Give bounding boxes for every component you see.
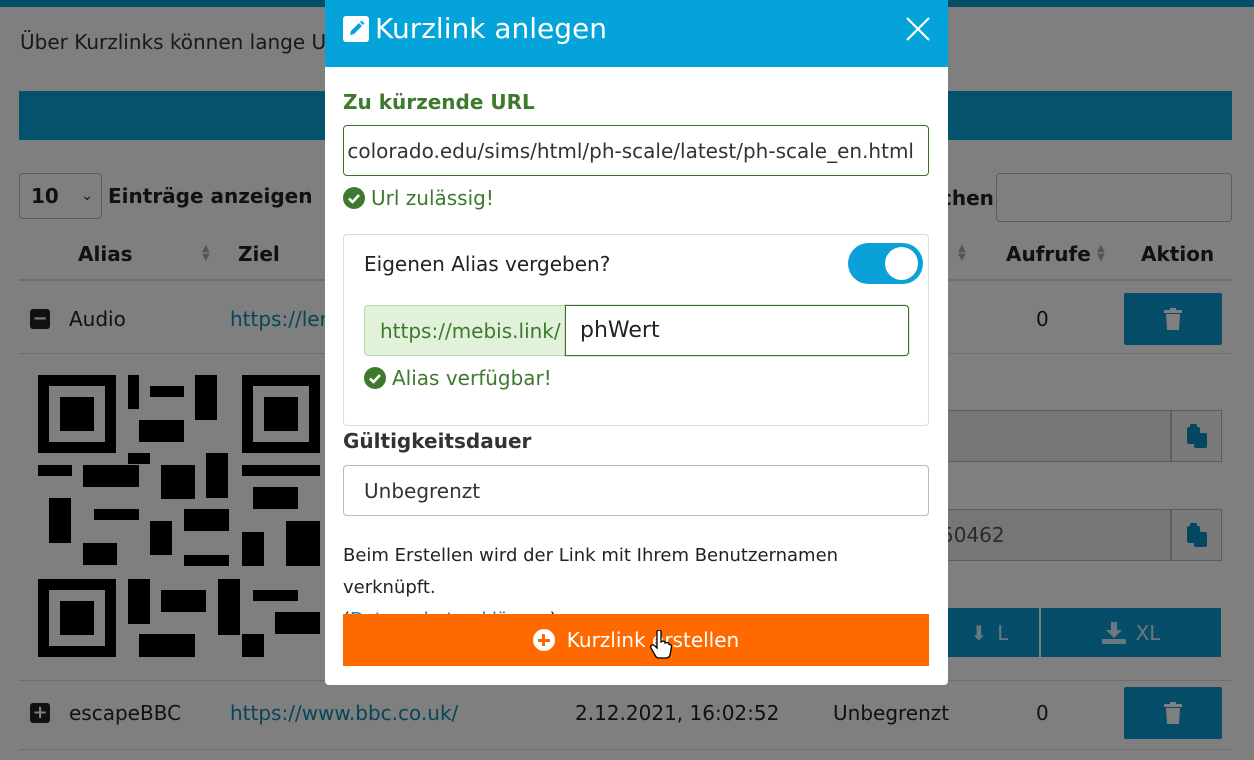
validity-select[interactable]: Unbegrenzt bbox=[343, 465, 929, 516]
url-valid-message: Url zulässig! bbox=[343, 186, 494, 210]
validity-label: Gültigkeitsdauer bbox=[343, 429, 532, 453]
check-circle-icon bbox=[364, 367, 386, 389]
url-input-value: colorado.edu/sims/html/ph-scale/latest/p… bbox=[347, 139, 914, 163]
close-icon[interactable] bbox=[903, 14, 933, 44]
alias-question: Eigenen Alias vergeben? bbox=[364, 252, 611, 276]
dialog-header: Kurzlink anlegen bbox=[325, 0, 948, 67]
create-shortlink-button[interactable]: Kurzlink erstellen bbox=[343, 614, 929, 666]
toggle-knob bbox=[885, 247, 918, 280]
privacy-notice-text: Beim Erstellen wird der Link mit Ihrem B… bbox=[343, 545, 839, 598]
create-shortlink-dialog: Kurzlink anlegen Zu kürzende URL colorad… bbox=[325, 0, 948, 685]
alias-valid-text: Alias verfügbar! bbox=[392, 366, 552, 390]
url-label: Zu kürzende URL bbox=[343, 90, 535, 114]
alias-toggle[interactable] bbox=[848, 243, 923, 284]
plus-circle-icon bbox=[532, 629, 555, 651]
alias-valid-message: Alias verfügbar! bbox=[364, 366, 552, 390]
url-input[interactable]: colorado.edu/sims/html/ph-scale/latest/p… bbox=[343, 125, 929, 176]
alias-input[interactable]: phWert bbox=[565, 305, 909, 356]
edit-icon bbox=[343, 16, 369, 42]
alias-card: Eigenen Alias vergeben? https://mebis.li… bbox=[343, 234, 929, 426]
dialog-title: Kurzlink anlegen bbox=[375, 12, 607, 45]
url-valid-text: Url zulässig! bbox=[371, 186, 494, 210]
check-circle-icon bbox=[343, 187, 365, 209]
alias-prefix: https://mebis.link/ bbox=[364, 305, 566, 356]
hand-cursor-icon bbox=[650, 629, 673, 660]
